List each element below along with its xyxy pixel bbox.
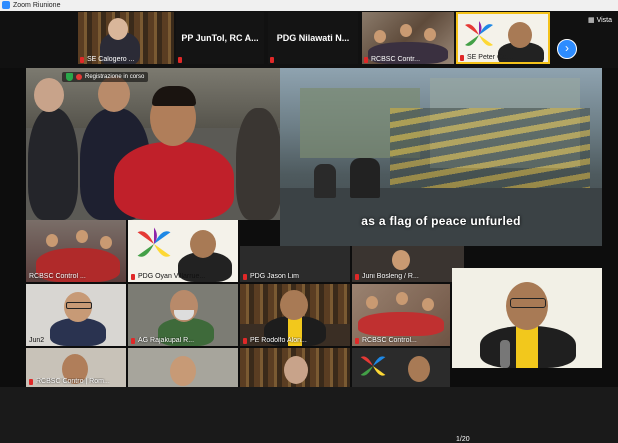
participant-name: PE Rodolfo Alon... bbox=[250, 337, 307, 344]
participant-head bbox=[392, 250, 410, 270]
muted-mic-icon bbox=[131, 338, 135, 344]
recording-dot-icon bbox=[76, 74, 82, 80]
participant-thumbnail[interactable]: RCBSC Contr... bbox=[362, 12, 454, 64]
participant-tile[interactable]: RCBSC Control... bbox=[352, 284, 450, 346]
muted-mic-icon bbox=[355, 338, 359, 344]
participant-tile[interactable]: PDG Jason Lim bbox=[240, 246, 350, 282]
participant-head bbox=[424, 28, 436, 41]
participant-tile[interactable]: PE Rodolfo Alon... bbox=[240, 284, 350, 346]
muted-mic-icon bbox=[243, 338, 247, 344]
participant-head bbox=[408, 356, 430, 382]
participant-head bbox=[366, 296, 378, 309]
red-jacket-participant bbox=[114, 142, 234, 220]
security-shield-icon bbox=[66, 73, 73, 81]
rotary-theme-logo bbox=[465, 21, 493, 46]
participant-head bbox=[170, 356, 196, 386]
muted-mic-icon bbox=[460, 55, 464, 61]
participant-head bbox=[100, 236, 112, 249]
muted-mic-icon bbox=[355, 274, 359, 280]
eyeglasses bbox=[510, 298, 546, 308]
yellow-collar bbox=[516, 326, 538, 368]
flag-overlay bbox=[390, 108, 590, 198]
participant-tile[interactable] bbox=[240, 348, 350, 387]
participant-head bbox=[108, 18, 128, 40]
participant-name: PDG Jason Lim bbox=[250, 273, 300, 280]
participant-head bbox=[400, 24, 412, 37]
participant-tile[interactable]: PDG Oyan Villarrue... bbox=[128, 220, 238, 282]
next-page-button[interactable]: › bbox=[557, 39, 577, 59]
recording-indicator: Registrazione in corso bbox=[62, 72, 149, 82]
participant-name: PDG Oyan Villarrue... bbox=[138, 273, 206, 280]
page-counter: 1/20 bbox=[456, 436, 470, 443]
muted-mic-icon bbox=[131, 274, 135, 280]
participant-name: PP JunTol, RC A... bbox=[181, 33, 259, 43]
participant-name: PDG Nilawati N... bbox=[276, 33, 350, 43]
participant-tile[interactable]: Jun2 bbox=[26, 284, 126, 346]
participant-body bbox=[28, 108, 78, 220]
participant-name: RCBSC Contro | Rom... bbox=[36, 378, 110, 385]
participant-head bbox=[284, 356, 308, 384]
muted-mic-icon bbox=[364, 57, 368, 63]
participant-tile[interactable] bbox=[128, 348, 238, 387]
cyclist-shape bbox=[314, 164, 336, 198]
participant-strip: SE Calogero ... PP JunTol, RC A... PDG N… bbox=[0, 11, 618, 68]
spotlight-video-tile[interactable]: Registrazione in corso bbox=[26, 68, 284, 220]
participant-thumbnail-active-speaker[interactable]: SE Peter Cat... bbox=[456, 12, 550, 64]
participant-thumbnail[interactable]: PP JunTol, RC A... bbox=[176, 12, 264, 64]
chevron-right-icon: › bbox=[565, 41, 569, 55]
participant-name: SE Peter Cat... bbox=[467, 54, 514, 61]
rotary-theme-logo bbox=[360, 356, 386, 376]
muted-mic-icon bbox=[29, 379, 33, 385]
participant-name: SE Calogero ... bbox=[87, 56, 135, 63]
participant-name: Juni Bosleng / R... bbox=[362, 273, 419, 280]
participant-head bbox=[46, 234, 58, 247]
participant-tile-speaker[interactable] bbox=[452, 268, 602, 368]
participant-head bbox=[422, 298, 434, 311]
participant-hair bbox=[152, 86, 196, 106]
participant-thumbnail[interactable]: PDG Nilawati N... bbox=[268, 12, 358, 64]
microphone-stand bbox=[500, 340, 510, 368]
participant-head bbox=[34, 78, 64, 112]
participant-head bbox=[280, 290, 308, 320]
participant-body bbox=[50, 318, 106, 346]
participant-name: AG Rajakupal R... bbox=[138, 337, 195, 344]
video-caption: as a flag of peace unfurled bbox=[361, 214, 521, 228]
cyclist-shape bbox=[350, 158, 380, 198]
participant-body bbox=[236, 108, 282, 220]
participant-head bbox=[76, 230, 88, 243]
window-title: Zoom Riunione bbox=[13, 2, 61, 9]
view-button[interactable]: ▦ Vista bbox=[588, 16, 612, 24]
participant-name: RCBSC Control ... bbox=[29, 273, 86, 280]
zoom-app-icon bbox=[2, 1, 10, 9]
participant-name: Jun2 bbox=[29, 337, 45, 344]
grid-view-icon: ▦ bbox=[587, 17, 595, 24]
participant-tile[interactable]: RCBSC Control ... bbox=[26, 220, 126, 282]
participant-tile[interactable]: RCBSC Contro | Rom... bbox=[26, 348, 126, 387]
video-gallery: Registrazione in corso as a flag of peac… bbox=[0, 68, 618, 443]
rotary-theme-logo bbox=[137, 227, 171, 257]
participant-head bbox=[508, 22, 532, 48]
recording-label: Registrazione in corso bbox=[85, 74, 145, 80]
muted-mic-icon bbox=[80, 57, 84, 63]
participant-tile[interactable] bbox=[352, 348, 450, 387]
participant-tile[interactable]: Juni Bosleng / R... bbox=[352, 246, 464, 282]
participant-tile[interactable]: AG Rajakupal R... bbox=[128, 284, 238, 346]
participant-thumbnail[interactable]: SE Calogero ... bbox=[78, 12, 174, 64]
shared-video-tile[interactable]: as a flag of peace unfurled bbox=[280, 68, 602, 246]
participant-head bbox=[190, 230, 216, 258]
muted-mic-icon bbox=[178, 57, 182, 63]
eyeglasses bbox=[66, 302, 92, 309]
participant-name: RCBSC Control... bbox=[362, 337, 417, 344]
participant-head bbox=[396, 292, 408, 305]
participant-head bbox=[374, 30, 386, 43]
muted-mic-icon bbox=[243, 274, 247, 280]
view-button-label: Vista bbox=[596, 17, 612, 24]
muted-mic-icon bbox=[270, 57, 274, 63]
participant-body bbox=[358, 312, 444, 336]
participant-name: RCBSC Contr... bbox=[371, 56, 421, 63]
